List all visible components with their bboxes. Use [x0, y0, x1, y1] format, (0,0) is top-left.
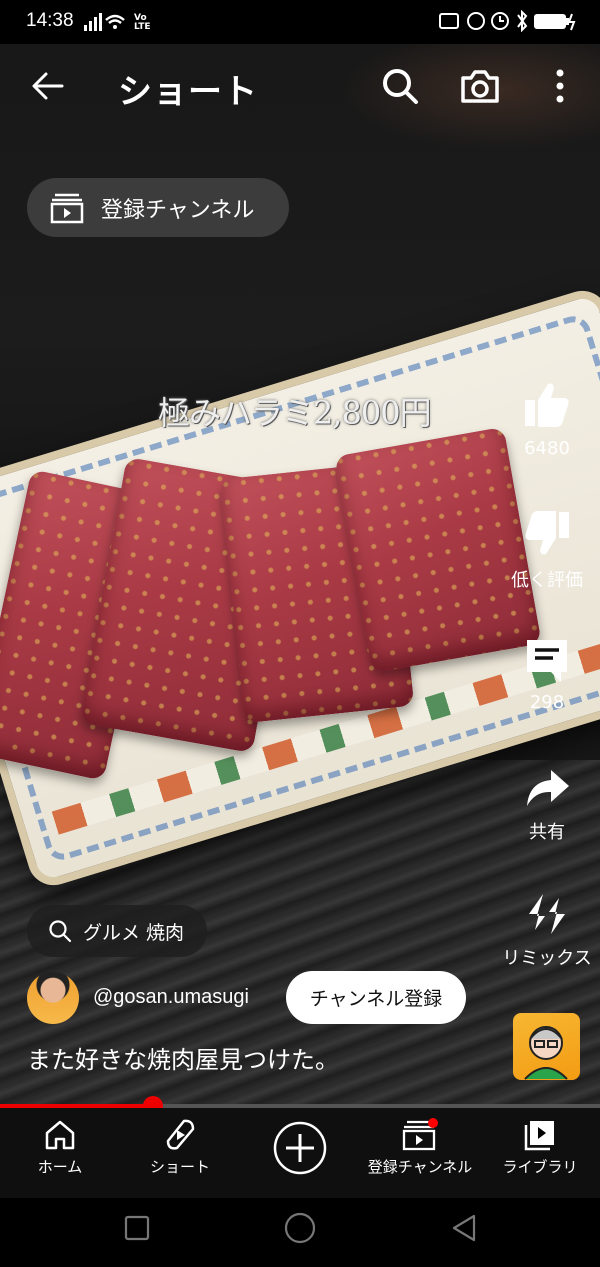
nav-library-label: ライブラリ — [502, 1158, 578, 1176]
comments-button[interactable]: 298 — [497, 636, 597, 713]
thumb-down-icon — [525, 511, 569, 555]
dislike-button[interactable]: 低く評価 — [497, 508, 597, 592]
channel-handle[interactable]: @gosan.umasugi — [93, 986, 249, 1009]
nav-home-label: ホーム — [37, 1158, 83, 1176]
share-icon — [527, 770, 569, 806]
comment-count: 298 — [529, 692, 565, 713]
remix-button[interactable]: リミックス — [497, 890, 597, 970]
channel-avatar[interactable] — [27, 972, 79, 1024]
top-app-bar: ショート — [0, 44, 600, 128]
back-arrow-icon[interactable] — [28, 66, 68, 106]
page-title: ショート — [118, 72, 258, 112]
nav-create[interactable] — [240, 1108, 360, 1198]
subscribe-button[interactable]: チャンネル登録 — [286, 971, 466, 1024]
nav-subscriptions-label: 登録チャンネル — [367, 1158, 473, 1176]
subscriptions-chip-label: 登録チャンネル — [101, 197, 255, 223]
share-label: 共有 — [529, 822, 565, 843]
dislike-label: 低く評価 — [511, 570, 583, 591]
volte-label: Vo LTE — [134, 13, 151, 32]
create-icon — [273, 1121, 327, 1175]
system-status-icons — [439, 10, 576, 32]
camera-icon[interactable] — [458, 64, 502, 108]
subscriptions-icon — [402, 1118, 438, 1151]
share-button[interactable]: 共有 — [497, 764, 597, 844]
more-vert-icon[interactable] — [538, 64, 582, 108]
sound-thumbnail[interactable] — [513, 1013, 580, 1080]
search-icon[interactable] — [378, 64, 422, 108]
nav-shorts[interactable]: ショート — [120, 1108, 240, 1198]
like-button[interactable]: 6480 — [497, 380, 597, 459]
nav-shorts-label: ショート — [149, 1158, 210, 1176]
avatar-sticker-icon — [524, 1026, 568, 1080]
nav-home[interactable]: ホーム — [0, 1108, 120, 1198]
bottom-navigation: ホーム ショート 登録チャンネル ライブラリ — [0, 1108, 600, 1198]
channel-row: @gosan.umasugi チャンネル登録 — [27, 968, 487, 1026]
notification-dot — [428, 1118, 438, 1128]
video-overlay-text: 極みハラミ2,800円 — [158, 394, 432, 432]
search-suggestion-chip[interactable]: グルメ 焼肉 — [27, 905, 207, 957]
like-count: 6480 — [524, 438, 570, 459]
subscriptions-filter-chip[interactable]: 登録チャンネル — [27, 178, 289, 237]
recents-icon[interactable] — [124, 1215, 150, 1241]
remix-label: リミックス — [502, 948, 592, 969]
comment-icon — [527, 640, 567, 682]
video-caption[interactable]: また好きな焼肉屋見つけた。 — [27, 1040, 339, 1075]
search-chip-label: グルメ 焼肉 — [83, 921, 185, 944]
shorts-icon — [166, 1119, 195, 1150]
subscriptions-icon — [50, 193, 84, 223]
remix-icon — [529, 894, 565, 934]
search-icon — [49, 920, 72, 943]
home-icon — [45, 1120, 75, 1150]
nav-subscriptions[interactable]: 登録チャンネル — [360, 1108, 480, 1198]
nav-library[interactable]: ライブラリ — [480, 1108, 600, 1198]
shorts-screen: 極みハラミ2,800円 14:38 Vo LTE ショート 登録チャンネル 64… — [0, 0, 600, 1267]
back-triangle-icon[interactable] — [450, 1213, 478, 1243]
library-icon — [524, 1121, 554, 1151]
status-time: 14:38 — [26, 10, 74, 31]
home-circle-icon[interactable] — [284, 1212, 316, 1244]
thumb-up-icon — [525, 383, 569, 427]
system-navigation-bar — [0, 1198, 600, 1267]
status-bar: 14:38 Vo LTE — [0, 0, 600, 44]
